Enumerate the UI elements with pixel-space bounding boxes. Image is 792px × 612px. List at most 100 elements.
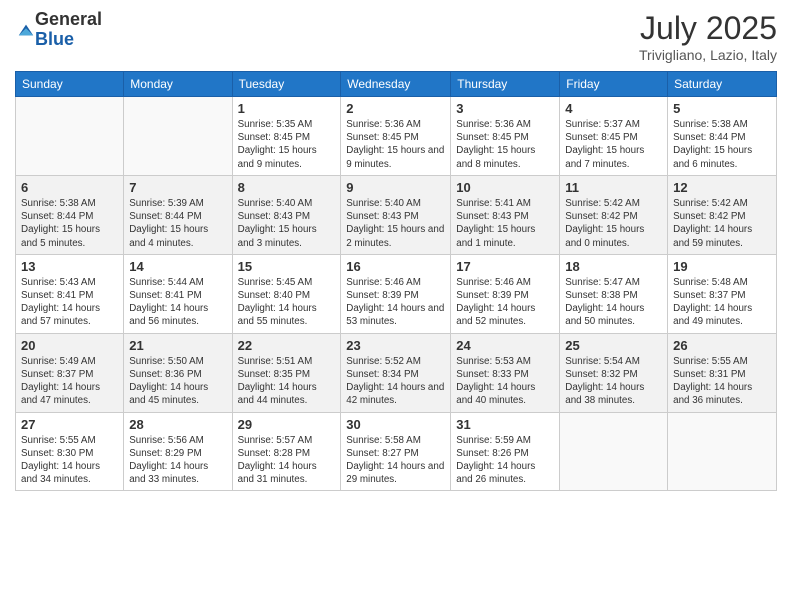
day-number: 26 [673, 338, 771, 353]
day-info: Sunrise: 5:52 AM Sunset: 8:34 PM Dayligh… [346, 355, 445, 408]
day-info: Sunrise: 5:38 AM Sunset: 8:44 PM Dayligh… [673, 118, 771, 171]
calendar-cell: 24Sunrise: 5:53 AM Sunset: 8:33 PM Dayli… [451, 333, 560, 412]
day-number: 6 [21, 180, 118, 195]
calendar-cell: 12 Sunrise: 5:42 AM Sunset: 8:42 PM Dayli… [668, 175, 777, 254]
calendar-cell: 20Sunrise: 5:49 AM Sunset: 8:37 PM Dayli… [16, 333, 124, 412]
calendar-cell: 2Sunrise: 5:36 AM Sunset: 8:45 PM Daylig… [341, 97, 451, 176]
col-wednesday: Wednesday [341, 72, 451, 97]
logo-icon [17, 21, 35, 39]
calendar-cell: 29 Sunrise: 5:57 AM Sunset: 8:28 PM Dayli… [232, 412, 341, 491]
day-info: Sunrise: 5:57 AM Sunset: 8:28 PM Dayligh… [238, 434, 336, 487]
day-info: Sunrise: 5:55 AM Sunset: 8:31 PM Dayligh… [673, 355, 771, 408]
day-info: Sunrise: 5:58 AM Sunset: 8:27 PM Dayligh… [346, 434, 445, 487]
day-number: 16 [346, 259, 445, 274]
calendar-cell: 6 Sunrise: 5:38 AM Sunset: 8:44 PM Daylig… [16, 175, 124, 254]
col-tuesday: Tuesday [232, 72, 341, 97]
day-number: 1 [238, 101, 336, 116]
calendar-table: Sunday Monday Tuesday Wednesday Thursday… [15, 71, 777, 491]
calendar-cell: 27 Sunrise: 5:55 AM Sunset: 8:30 PM Dayli… [16, 412, 124, 491]
calendar-cell: 1 Sunrise: 5:35 AM Sunset: 8:45 PM Daylig… [232, 97, 341, 176]
calendar-cell: 26 Sunrise: 5:55 AM Sunset: 8:31 PM Dayli… [668, 333, 777, 412]
calendar-week-row: 20Sunrise: 5:49 AM Sunset: 8:37 PM Dayli… [16, 333, 777, 412]
day-number: 12 [673, 180, 771, 195]
calendar-cell: 28 Sunrise: 5:56 AM Sunset: 8:29 PM Dayli… [124, 412, 232, 491]
day-number: 10 [456, 180, 554, 195]
day-number: 27 [21, 417, 118, 432]
day-number: 5 [673, 101, 771, 116]
day-info: Sunrise: 5:36 AM Sunset: 8:45 PM Dayligh… [456, 118, 554, 171]
day-info: Sunrise: 5:38 AM Sunset: 8:44 PM Dayligh… [21, 197, 118, 250]
day-info: Sunrise: 5:35 AM Sunset: 8:45 PM Dayligh… [238, 118, 336, 171]
day-number: 21 [129, 338, 226, 353]
calendar-week-row: 6 Sunrise: 5:38 AM Sunset: 8:44 PM Daylig… [16, 175, 777, 254]
day-number: 7 [129, 180, 226, 195]
day-info: Sunrise: 5:55 AM Sunset: 8:30 PM Dayligh… [21, 434, 118, 487]
calendar-week-row: 13 Sunrise: 5:43 AM Sunset: 8:41 PM Dayli… [16, 254, 777, 333]
day-number: 11 [565, 180, 662, 195]
day-number: 31 [456, 417, 554, 432]
day-info: Sunrise: 5:56 AM Sunset: 8:29 PM Dayligh… [129, 434, 226, 487]
day-info: Sunrise: 5:40 AM Sunset: 8:43 PM Dayligh… [238, 197, 336, 250]
calendar-cell: 13 Sunrise: 5:43 AM Sunset: 8:41 PM Dayli… [16, 254, 124, 333]
calendar-cell: 3 Sunrise: 5:36 AM Sunset: 8:45 PM Daylig… [451, 97, 560, 176]
calendar-cell: 14 Sunrise: 5:44 AM Sunset: 8:41 PM Dayli… [124, 254, 232, 333]
calendar-cell: 18 Sunrise: 5:47 AM Sunset: 8:38 PM Dayli… [560, 254, 668, 333]
calendar-cell [668, 412, 777, 491]
calendar-cell: 25 Sunrise: 5:54 AM Sunset: 8:32 PM Dayli… [560, 333, 668, 412]
day-info: Sunrise: 5:44 AM Sunset: 8:41 PM Dayligh… [129, 276, 226, 329]
title-area: July 2025 Trivigliano, Lazio, Italy [639, 10, 777, 63]
calendar-week-row: 1 Sunrise: 5:35 AM Sunset: 8:45 PM Daylig… [16, 97, 777, 176]
day-number: 8 [238, 180, 336, 195]
day-info: Sunrise: 5:51 AM Sunset: 8:35 PM Dayligh… [238, 355, 336, 408]
calendar-cell: 4Sunrise: 5:37 AM Sunset: 8:45 PM Daylig… [560, 97, 668, 176]
calendar-cell: 23 Sunrise: 5:52 AM Sunset: 8:34 PM Dayli… [341, 333, 451, 412]
day-number: 14 [129, 259, 226, 274]
day-number: 13 [21, 259, 118, 274]
col-thursday: Thursday [451, 72, 560, 97]
day-number: 3 [456, 101, 554, 116]
page: General Blue July 2025 Trivigliano, Lazi… [0, 0, 792, 612]
title-location: Trivigliano, Lazio, Italy [639, 47, 777, 63]
calendar-cell [124, 97, 232, 176]
day-number: 29 [238, 417, 336, 432]
day-info: Sunrise: 5:48 AM Sunset: 8:37 PM Dayligh… [673, 276, 771, 329]
day-info: Sunrise: 5:53 AM Sunset: 8:33 PM Dayligh… [456, 355, 554, 408]
day-info: Sunrise: 5:59 AM Sunset: 8:26 PM Dayligh… [456, 434, 554, 487]
col-sunday: Sunday [16, 72, 124, 97]
calendar-cell: 10 Sunrise: 5:41 AM Sunset: 8:43 PM Dayli… [451, 175, 560, 254]
day-number: 25 [565, 338, 662, 353]
day-number: 23 [346, 338, 445, 353]
day-info: Sunrise: 5:50 AM Sunset: 8:36 PM Dayligh… [129, 355, 226, 408]
day-info: Sunrise: 5:47 AM Sunset: 8:38 PM Dayligh… [565, 276, 662, 329]
day-info: Sunrise: 5:46 AM Sunset: 8:39 PM Dayligh… [346, 276, 445, 329]
day-number: 18 [565, 259, 662, 274]
day-number: 9 [346, 180, 445, 195]
header: General Blue July 2025 Trivigliano, Lazi… [15, 10, 777, 63]
day-info: Sunrise: 5:45 AM Sunset: 8:40 PM Dayligh… [238, 276, 336, 329]
calendar-week-row: 27 Sunrise: 5:55 AM Sunset: 8:30 PM Dayli… [16, 412, 777, 491]
day-info: Sunrise: 5:43 AM Sunset: 8:41 PM Dayligh… [21, 276, 118, 329]
calendar-cell: 22 Sunrise: 5:51 AM Sunset: 8:35 PM Dayli… [232, 333, 341, 412]
calendar-cell: 8 Sunrise: 5:40 AM Sunset: 8:43 PM Daylig… [232, 175, 341, 254]
day-info: Sunrise: 5:42 AM Sunset: 8:42 PM Dayligh… [673, 197, 771, 250]
day-number: 4 [565, 101, 662, 116]
col-saturday: Saturday [668, 72, 777, 97]
calendar-cell: 16 Sunrise: 5:46 AM Sunset: 8:39 PM Dayli… [341, 254, 451, 333]
day-number: 19 [673, 259, 771, 274]
day-number: 28 [129, 417, 226, 432]
calendar-cell: 17Sunrise: 5:46 AM Sunset: 8:39 PM Dayli… [451, 254, 560, 333]
col-monday: Monday [124, 72, 232, 97]
calendar-cell: 11Sunrise: 5:42 AM Sunset: 8:42 PM Dayli… [560, 175, 668, 254]
logo-general-text: General [35, 9, 102, 29]
day-info: Sunrise: 5:54 AM Sunset: 8:32 PM Dayligh… [565, 355, 662, 408]
col-friday: Friday [560, 72, 668, 97]
day-info: Sunrise: 5:41 AM Sunset: 8:43 PM Dayligh… [456, 197, 554, 250]
day-info: Sunrise: 5:46 AM Sunset: 8:39 PM Dayligh… [456, 276, 554, 329]
day-number: 22 [238, 338, 336, 353]
title-month: July 2025 [639, 10, 777, 47]
calendar-cell: 15Sunrise: 5:45 AM Sunset: 8:40 PM Dayli… [232, 254, 341, 333]
calendar-cell: 31 Sunrise: 5:59 AM Sunset: 8:26 PM Dayli… [451, 412, 560, 491]
day-number: 30 [346, 417, 445, 432]
calendar-cell [16, 97, 124, 176]
logo: General Blue [15, 10, 102, 50]
